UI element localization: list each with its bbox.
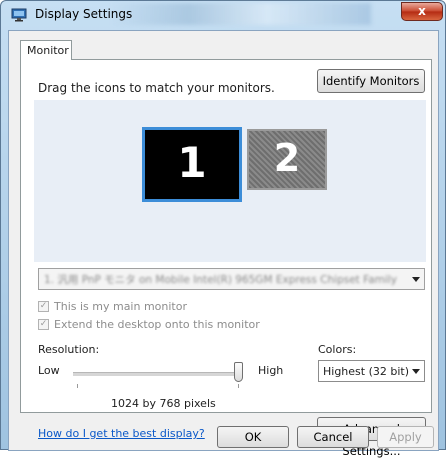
monitor-arrangement-area: 1 2: [34, 100, 426, 262]
monitor-tab-panel: Drag the icons to match your monitors. I…: [20, 59, 432, 458]
display-settings-app-icon: [11, 8, 27, 22]
cancel-button[interactable]: Cancel: [297, 426, 369, 448]
checkbox-checked-icon: ✓: [38, 319, 49, 330]
help-link[interactable]: How do I get the best display?: [38, 427, 205, 440]
display-settings-window: Display Settings x Monitor Drag the icon…: [0, 0, 446, 458]
resolution-low-label: Low: [38, 364, 60, 377]
title-bar[interactable]: Display Settings x: [1, 1, 445, 29]
titlebar-background-blur: [111, 3, 371, 25]
slider-tick: [77, 384, 78, 388]
apply-button[interactable]: Apply: [377, 426, 434, 448]
resolution-value: 1024 by 768 pixels: [111, 397, 216, 410]
main-monitor-label: This is my main monitor: [54, 300, 187, 313]
chevron-down-icon: [412, 369, 420, 374]
monitor-1-icon[interactable]: 1: [142, 127, 242, 202]
tab-monitor[interactable]: Monitor: [20, 40, 72, 60]
extend-desktop-label: Extend the desktop onto this monitor: [54, 318, 260, 331]
display-select-dropdown[interactable]: 1. 汎用 PnP モニタ on Mobile Intel(R) 965GM E…: [38, 268, 425, 290]
monitor-2-icon[interactable]: 2: [247, 129, 327, 190]
colors-dropdown[interactable]: Highest (32 bit): [318, 360, 425, 382]
resolution-label: Resolution:: [38, 343, 100, 356]
instructions-label: Drag the icons to match your monitors.: [38, 81, 275, 95]
window-title: Display Settings: [35, 7, 133, 21]
chevron-down-icon: [412, 277, 420, 282]
display-select-value: 1. 汎用 PnP モニタ on Mobile Intel(R) 965GM E…: [44, 274, 397, 286]
colors-value: Highest (32 bit): [323, 365, 410, 378]
colors-label: Colors:: [318, 343, 357, 356]
slider-tick: [238, 384, 239, 388]
ok-button[interactable]: OK: [217, 426, 289, 448]
resolution-slider-track[interactable]: [73, 372, 239, 377]
close-button[interactable]: x: [401, 2, 443, 21]
resolution-slider-thumb[interactable]: [234, 362, 243, 382]
checkbox-checked-icon: ✓: [38, 301, 49, 312]
identify-monitors-button[interactable]: Identify Monitors: [317, 69, 425, 93]
dialog-client-area: Monitor Drag the icons to match your mon…: [8, 30, 439, 458]
resolution-high-label: High: [258, 364, 284, 377]
